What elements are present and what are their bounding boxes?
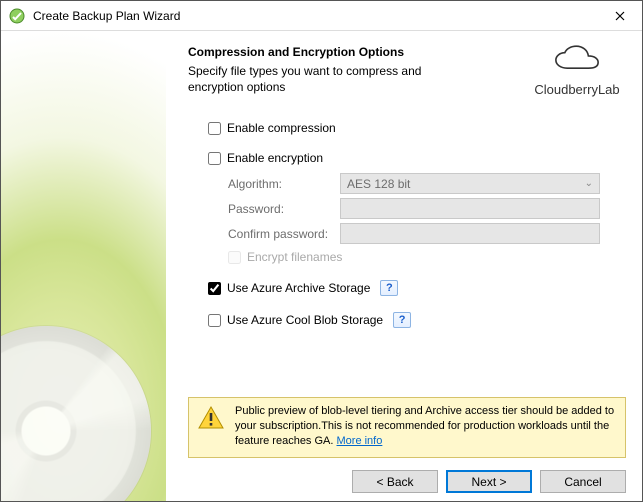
warning-text: Public preview of blob-level tiering and… (235, 404, 615, 449)
warning-icon (197, 404, 225, 449)
help-icon[interactable]: ? (393, 312, 411, 328)
enable-encryption-label[interactable]: Enable encryption (227, 151, 323, 165)
enable-encryption-checkbox[interactable] (208, 152, 221, 165)
page-title: Compression and Encryption Options (188, 45, 516, 59)
use-azure-archive-label[interactable]: Use Azure Archive Storage (227, 281, 370, 295)
warning-body: Public preview of blob-level tiering and… (235, 405, 614, 447)
page-subtitle: Specify file types you want to compress … (188, 63, 478, 95)
window-title: Create Backup Plan Wizard (33, 9, 597, 23)
help-icon[interactable]: ? (380, 280, 398, 296)
encrypt-filenames-label: Encrypt filenames (247, 250, 342, 264)
algorithm-value: AES 128 bit (347, 177, 410, 191)
wizard-buttons: < Back Next > Cancel (188, 468, 626, 493)
encrypt-filenames-checkbox (228, 251, 241, 264)
chevron-down-icon: ⌄ (585, 178, 593, 189)
warning-notice: Public preview of blob-level tiering and… (188, 397, 626, 458)
use-azure-cool-checkbox[interactable] (208, 314, 221, 327)
main-panel: Compression and Encryption Options Speci… (166, 31, 642, 501)
wizard-sidebar (1, 31, 166, 501)
password-field (340, 198, 600, 219)
back-button[interactable]: < Back (352, 470, 438, 493)
close-button[interactable] (597, 1, 642, 31)
enable-compression-checkbox[interactable] (208, 122, 221, 135)
password-label: Password: (228, 202, 340, 216)
confirm-password-label: Confirm password: (228, 227, 340, 241)
algorithm-select: AES 128 bit ⌄ (340, 173, 600, 194)
brand-logo: CloudberryLab (528, 43, 626, 97)
algorithm-label: Algorithm: (228, 177, 340, 191)
use-azure-cool-label[interactable]: Use Azure Cool Blob Storage (227, 313, 383, 327)
app-icon (9, 8, 25, 24)
title-bar: Create Backup Plan Wizard (1, 1, 642, 31)
confirm-password-field (340, 223, 600, 244)
disc-graphic (1, 326, 151, 501)
cancel-button[interactable]: Cancel (540, 470, 626, 493)
brand-name: CloudberryLab (528, 82, 626, 97)
use-azure-archive-checkbox[interactable] (208, 282, 221, 295)
enable-compression-label[interactable]: Enable compression (227, 121, 336, 135)
next-button[interactable]: Next > (446, 470, 532, 493)
more-info-link[interactable]: More info (337, 435, 383, 447)
